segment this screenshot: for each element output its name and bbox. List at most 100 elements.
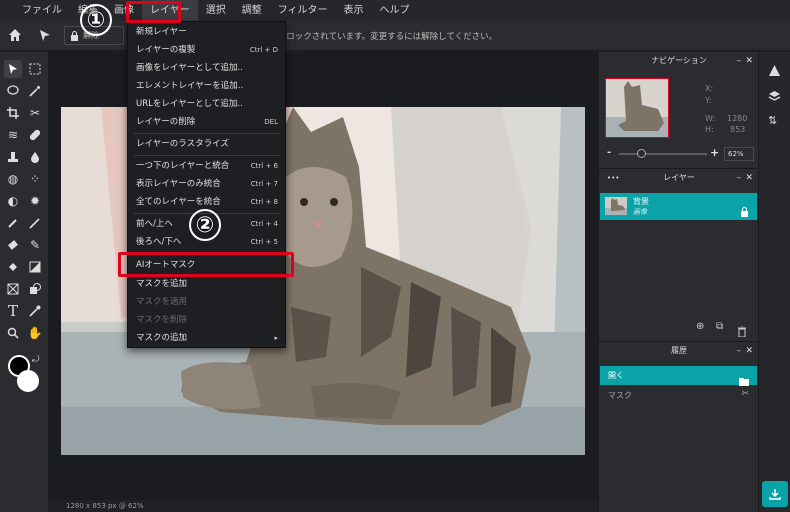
nav-y-label: Y: <box>705 96 712 105</box>
menu-item-label: 新規レイヤー <box>136 27 187 37</box>
swap-colors-icon[interactable]: ⤾ <box>32 355 40 365</box>
close-icon[interactable]: ✕ <box>745 52 753 70</box>
menu-item-new-layer[interactable]: 新規レイヤー <box>128 23 285 41</box>
stamp-tool-icon[interactable] <box>4 148 22 166</box>
zoom-tool-icon[interactable] <box>4 324 22 342</box>
minimize-icon[interactable]: – <box>737 342 742 360</box>
menu-item-add-element-layer[interactable]: エレメントレイヤーを追加.. <box>128 77 285 95</box>
home-icon[interactable] <box>8 28 22 42</box>
layer-item-background[interactable]: 背景 画像 <box>600 193 757 220</box>
zoom-slider[interactable] <box>619 149 707 158</box>
history-item-open[interactable]: 開く <box>600 366 757 386</box>
menu-select[interactable]: 選択 <box>198 0 234 21</box>
menu-item-delete-layer[interactable]: レイヤーの削除 DEL <box>128 113 285 131</box>
move-tool-icon[interactable] <box>4 60 22 78</box>
pointer-icon[interactable] <box>38 28 52 42</box>
menu-item-shortcut: DEL <box>264 118 278 126</box>
history-item-label: マスク <box>608 391 632 400</box>
menu-item-rasterize-layer[interactable]: レイヤーのラスタライズ <box>128 135 285 153</box>
eyedropper-tool-icon[interactable] <box>26 302 44 320</box>
adjustments-icon[interactable]: ⇅ <box>768 114 777 127</box>
bandage-tool-icon[interactable] <box>26 126 44 144</box>
dodge-tool-icon[interactable]: ◐ <box>4 192 22 210</box>
menu-item-add-image-layer[interactable]: 画像をレイヤーとして追加.. <box>128 59 285 77</box>
close-icon[interactable]: ✕ <box>745 169 753 187</box>
menu-item-add-url-layer[interactable]: URLをレイヤーとして追加.. <box>128 95 285 113</box>
nav-w-label: W: <box>705 114 716 123</box>
menu-item-merge-down[interactable]: 一つ下のレイヤーと統合 Ctrl + 6 <box>128 157 285 175</box>
menu-item-shortcut: Ctrl + 6 <box>250 162 278 170</box>
menu-item-add-mask-submenu[interactable]: マスクの追加 ▸ <box>128 329 285 347</box>
shape-tool-icon[interactable] <box>26 280 44 298</box>
zoom-field[interactable]: 62% <box>724 147 754 161</box>
menu-item-merge-visible[interactable]: 表示レイヤーのみ統合 Ctrl + 7 <box>128 175 285 193</box>
layers-icon[interactable] <box>768 88 781 107</box>
sun-tool-icon[interactable]: ✹ <box>26 192 44 210</box>
menu-item-shortcut: Ctrl + 5 <box>250 238 278 246</box>
navigator-thumbnail[interactable] <box>605 78 669 138</box>
bucket-tool-icon[interactable] <box>4 258 22 276</box>
menu-item-shortcut: Ctrl + 8 <box>250 198 278 206</box>
menu-item-label: エレメントレイヤーを追加.. <box>136 81 244 91</box>
menu-view[interactable]: 表示 <box>336 0 372 21</box>
zoom-in-button[interactable]: + <box>710 146 719 159</box>
pencil-tool-icon[interactable] <box>26 214 44 232</box>
hand-tool-icon[interactable]: ✋ <box>26 324 44 342</box>
menu-item-duplicate-layer[interactable]: レイヤーの複製 Ctrl + D <box>128 41 285 59</box>
menu-item-shortcut: Ctrl + 7 <box>250 180 278 188</box>
marquee-tool-icon[interactable] <box>26 60 44 78</box>
add-layer-icon[interactable]: ⊕ <box>696 321 704 332</box>
sphere-tool-icon[interactable]: ◍ <box>4 170 22 188</box>
zoom-slider-handle[interactable] <box>637 149 646 158</box>
menu-item-label: マスクを適用 <box>136 297 188 307</box>
nav-w-value: 1280 <box>727 114 748 123</box>
menu-file[interactable]: ファイル <box>14 0 70 21</box>
ai-icon[interactable] <box>768 62 781 81</box>
history-header: 履歴 – ✕ <box>599 341 759 359</box>
minimize-icon[interactable]: – <box>737 52 742 70</box>
dots-tool-icon[interactable]: ⁘ <box>26 170 44 188</box>
brush-tool-icon[interactable] <box>4 214 22 232</box>
gradient-tool-icon[interactable] <box>26 258 44 276</box>
layer-name: 背景 <box>633 197 649 206</box>
download-button[interactable] <box>762 481 788 507</box>
eraser-tool-icon[interactable] <box>4 236 22 254</box>
menu-item-add-mask[interactable]: マスクを追加 <box>128 275 285 293</box>
menu-item-apply-mask: マスクを適用 <box>128 293 285 311</box>
close-icon[interactable]: ✕ <box>745 342 753 360</box>
status-text: 1280 x 853 px @ 62% <box>66 502 144 510</box>
zoom-out-button[interactable]: - <box>607 147 611 158</box>
smart-brush-icon[interactable]: ✎ <box>26 236 44 254</box>
history-item-mask[interactable]: マスク ✂ <box>600 386 757 405</box>
background-color-swatch[interactable] <box>17 370 39 392</box>
menu-item-label: マスクを削除 <box>136 315 188 325</box>
history-title: 履歴 <box>671 346 687 355</box>
highlight-box-layer-menu <box>126 1 181 23</box>
liquify-tool-icon[interactable]: ≋ <box>4 126 22 144</box>
layers-options-icon[interactable]: ••• <box>607 169 619 187</box>
text-tool-icon[interactable]: T <box>4 302 22 320</box>
lasso-tool-icon[interactable] <box>4 82 22 100</box>
step-1-marker: ① <box>80 4 112 36</box>
navigation-title: ナビゲーション <box>651 56 707 65</box>
layer-lock-icon[interactable] <box>740 202 749 221</box>
menu-item-label: 画像をレイヤーとして追加.. <box>136 63 243 73</box>
layers-title: レイヤー <box>663 173 695 182</box>
duplicate-layer-icon[interactable]: ⧉ <box>716 321 723 332</box>
drop-tool-icon[interactable] <box>26 148 44 166</box>
menu-item-label: レイヤーのラスタライズ <box>136 139 229 149</box>
cut-tool-icon[interactable]: ✂ <box>26 104 44 122</box>
menu-item-shortcut: Ctrl + 4 <box>250 220 278 228</box>
menu-filter[interactable]: フィルター <box>270 0 336 21</box>
frame-tool-icon[interactable] <box>4 280 22 298</box>
magic-wand-icon[interactable] <box>26 82 44 100</box>
scissors-icon: ✂ <box>741 389 749 399</box>
crop-tool-icon[interactable] <box>4 104 22 122</box>
menu-help[interactable]: ヘルプ <box>372 0 418 21</box>
delete-layer-icon[interactable] <box>737 322 747 341</box>
menu-adjust[interactable]: 調整 <box>234 0 270 21</box>
layers-header: ••• レイヤー – ✕ <box>599 168 759 186</box>
layer-thumbnail <box>605 197 627 215</box>
nav-h-label: H: <box>705 125 714 134</box>
minimize-icon[interactable]: – <box>737 169 742 187</box>
